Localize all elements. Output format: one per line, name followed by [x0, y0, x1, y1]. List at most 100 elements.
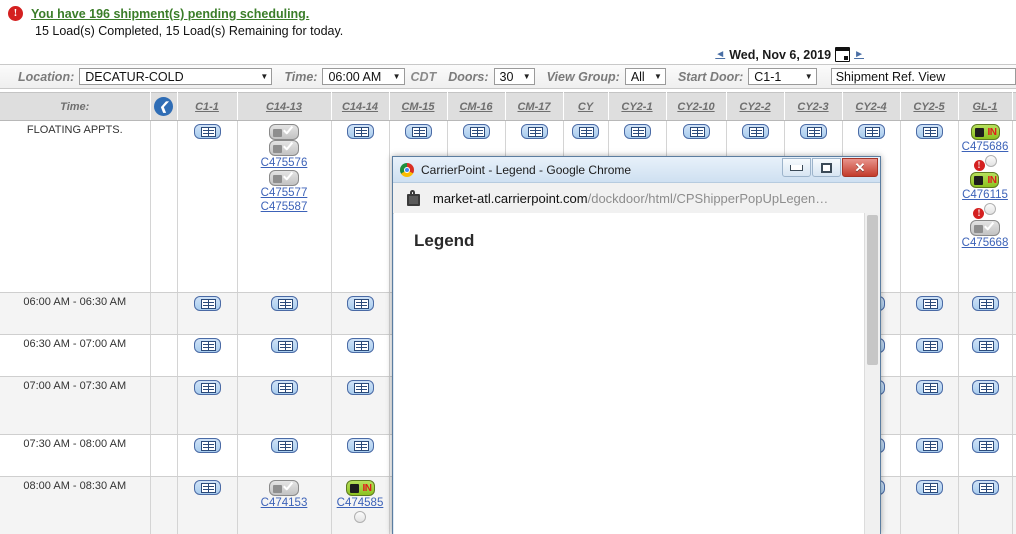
popup-address-bar[interactable]: market-atl.carrierpoint.com/dockdoor/htm…	[393, 183, 880, 214]
schedule-cell[interactable]	[900, 120, 959, 293]
book-appointment-icon[interactable]	[346, 338, 374, 353]
door-link[interactable]: C14-13	[266, 101, 302, 113]
schedule-cell[interactable]	[177, 292, 238, 335]
schedule-cell[interactable]	[958, 476, 1013, 534]
door-column-header-cy2-3[interactable]: CY2-3	[784, 92, 843, 121]
schedule-cell[interactable]	[1012, 120, 1016, 293]
door-link[interactable]: CY2-5	[913, 101, 944, 113]
door-column-header-gl-2[interactable]: GL-2	[1012, 92, 1016, 121]
schedule-cell[interactable]: IN C474585	[331, 476, 390, 534]
popup-scrollbar-thumb[interactable]	[867, 215, 878, 365]
scroll-left-button[interactable]: ❮	[150, 92, 178, 121]
door-column-header-c14-14[interactable]: C14-14	[331, 92, 390, 121]
alert-dot-icon[interactable]: !	[973, 160, 985, 171]
door-column-header-cy2-1[interactable]: CY2-1	[608, 92, 667, 121]
book-appointment-icon[interactable]	[270, 438, 298, 453]
schedule-cell[interactable]	[237, 292, 332, 335]
book-appointment-icon[interactable]	[971, 380, 999, 395]
popup-title-bar[interactable]: CarrierPoint - Legend - Google Chrome ✕	[393, 157, 880, 183]
appointment-entry[interactable]: IN C475686!	[962, 124, 1009, 172]
book-appointment-icon[interactable]	[346, 296, 374, 311]
legend-popup-window[interactable]: CarrierPoint - Legend - Google Chrome ✕ …	[392, 156, 881, 534]
shipment-ref-link[interactable]: C476115	[962, 188, 1008, 202]
chevron-left-icon[interactable]: ❮	[154, 97, 173, 116]
status-circle-icon[interactable]	[354, 511, 366, 523]
schedule-cell[interactable]: C474153	[237, 476, 332, 534]
door-link[interactable]: CM-17	[517, 101, 550, 113]
truck-left-gate-icon[interactable]	[269, 170, 299, 186]
truck-at-gate-icon[interactable]: IN	[970, 124, 1000, 140]
doors-select[interactable]: 30 ▼	[493, 68, 535, 85]
book-appointment-icon[interactable]	[193, 124, 221, 139]
door-column-header-cy2-4[interactable]: CY2-4	[842, 92, 901, 121]
truck-left-gate-icon[interactable]	[269, 140, 299, 156]
book-appointment-icon[interactable]	[193, 338, 221, 353]
schedule-cell[interactable]	[1012, 334, 1016, 377]
door-link[interactable]: CY2-3	[797, 101, 828, 113]
book-appointment-icon[interactable]	[857, 124, 885, 139]
truck-left-gate-icon[interactable]	[269, 124, 299, 140]
view-group-select[interactable]: All ▼	[624, 68, 666, 85]
door-link[interactable]: CM-16	[459, 101, 492, 113]
truck-left-gate-icon[interactable]	[269, 480, 299, 496]
book-appointment-icon[interactable]	[572, 124, 599, 139]
popup-scrollbar[interactable]	[864, 213, 880, 534]
time-select[interactable]: 06:00 AM ▼	[322, 68, 405, 85]
schedule-cell[interactable]: C475576 C475577 C475587	[237, 120, 332, 293]
shipment-ref-link[interactable]: C475686	[962, 140, 1009, 154]
truck-at-gate-icon[interactable]: IN	[345, 480, 375, 496]
book-appointment-icon[interactable]	[915, 380, 943, 395]
shipment-ref-link[interactable]: C474153	[261, 496, 308, 510]
appointment-entry[interactable]: IN C476115!	[962, 172, 1008, 220]
door-column-header-cm-17[interactable]: CM-17	[505, 92, 564, 121]
book-appointment-icon[interactable]	[682, 124, 710, 139]
door-column-header-gl-1[interactable]: GL-1	[958, 92, 1013, 121]
minimize-button[interactable]	[782, 158, 811, 177]
door-link[interactable]: GL-1	[972, 101, 997, 113]
schedule-cell[interactable]	[958, 292, 1013, 335]
schedule-cell[interactable]	[177, 120, 238, 293]
door-link[interactable]: C1-1	[195, 101, 219, 113]
book-appointment-icon[interactable]	[404, 124, 432, 139]
book-appointment-icon[interactable]	[971, 480, 999, 495]
appointment-entry[interactable]: C475668	[962, 220, 1009, 250]
calendar-icon[interactable]	[835, 47, 851, 62]
door-column-header-cm-16[interactable]: CM-16	[447, 92, 506, 121]
book-appointment-icon[interactable]	[270, 338, 298, 353]
book-appointment-icon[interactable]	[971, 338, 999, 353]
schedule-cell[interactable]	[331, 434, 390, 477]
book-appointment-icon[interactable]	[193, 296, 221, 311]
schedule-cell[interactable]	[331, 334, 390, 377]
schedule-cell[interactable]	[177, 434, 238, 477]
schedule-cell[interactable]: IN C475686! IN C476115! C475668	[958, 120, 1013, 293]
schedule-cell[interactable]	[177, 376, 238, 435]
alert-dot-icon[interactable]: !	[973, 208, 985, 219]
schedule-cell[interactable]	[237, 334, 332, 377]
shipment-ref-link[interactable]: C475576	[261, 156, 308, 170]
book-appointment-icon[interactable]	[915, 438, 943, 453]
door-link[interactable]: CY2-1	[621, 101, 652, 113]
appointment-entry[interactable]: C475577	[261, 170, 308, 200]
book-appointment-icon[interactable]	[799, 124, 827, 139]
shipment-ref-link[interactable]: C475668	[962, 236, 1009, 250]
next-day-button[interactable]: ►	[854, 49, 864, 60]
schedule-cell[interactable]	[900, 334, 959, 377]
schedule-cell[interactable]	[1012, 476, 1016, 534]
book-appointment-icon[interactable]	[193, 438, 221, 453]
location-select[interactable]: DECATUR-COLD ▼	[79, 68, 273, 85]
door-column-header-c14-13[interactable]: C14-13	[237, 92, 332, 121]
book-appointment-icon[interactable]	[623, 124, 651, 139]
book-appointment-icon[interactable]	[193, 380, 221, 395]
shipment-ref-link[interactable]: C474585	[337, 496, 384, 510]
schedule-cell[interactable]	[331, 120, 390, 293]
door-column-header-cy2-5[interactable]: CY2-5	[900, 92, 959, 121]
maximize-button[interactable]	[812, 158, 841, 177]
schedule-cell[interactable]	[958, 376, 1013, 435]
shipment-ref-link[interactable]: C475577	[261, 186, 308, 200]
status-circle-icon[interactable]	[984, 203, 997, 215]
shipment-ref-view-input[interactable]: Shipment Ref. View	[830, 68, 1016, 85]
schedule-cell[interactable]	[900, 434, 959, 477]
door-column-header-cy2-10[interactable]: CY2-10	[666, 92, 727, 121]
pending-shipments-link[interactable]: You have 196 shipment(s) pending schedul…	[31, 7, 309, 21]
schedule-cell[interactable]	[331, 292, 390, 335]
